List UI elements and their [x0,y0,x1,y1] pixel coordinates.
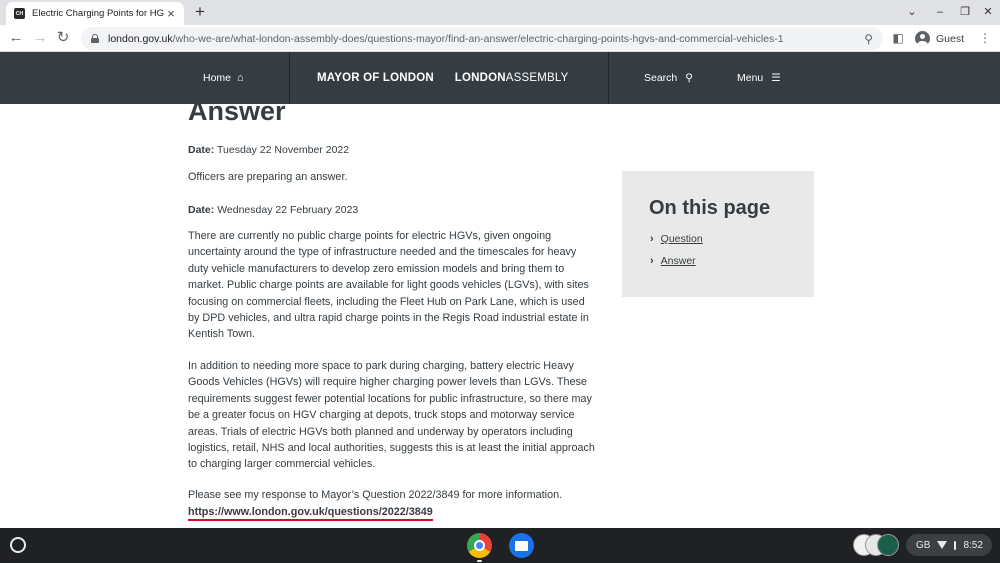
url-host: london.gov.uk [108,32,173,45]
brand-london: LONDON [454,72,506,84]
address-bar[interactable]: london.gov.uk/who-we-are/what-london-ass… [81,27,883,50]
main-content: Answer Date: Tuesday 22 November 2022 Of… [188,104,598,528]
guest-avatar-icon [915,31,930,46]
new-tab-button[interactable]: + [190,2,210,22]
running-indicator [477,560,482,562]
avatar [877,534,899,556]
brand-assembly: ASSEMBLY [505,72,569,84]
home-label: Home [203,72,232,84]
back-arrow-icon[interactable]: ← [6,28,26,48]
keyboard-layout: GB [916,539,931,551]
answer-paragraph-2: In addition to needing more space to par… [188,360,595,471]
battery-icon [954,540,957,550]
close-window-icon[interactable]: ✕ [978,2,998,22]
side-panel-icon[interactable]: ◧ [888,28,908,48]
date-line: Date: Wednesday 22 February 2023 [188,204,358,216]
site-brand[interactable]: MAYOR OF LONDON LONDONASSEMBLY [317,52,569,104]
forward-arrow-icon[interactable]: → [30,28,50,48]
question-link[interactable]: https://www.london.gov.uk/questions/2022… [188,505,433,521]
home-link[interactable]: Home ⌂ [203,52,244,104]
hamburger-menu-icon: ☰ [771,72,781,84]
menu-button[interactable]: Menu ☰ [737,52,781,104]
wifi-icon [937,541,948,549]
chevron-right-icon: › [650,233,654,245]
toc-link-label: Question [660,233,703,245]
date-value: Tuesday 22 November 2022 [217,144,350,156]
answer-paragraph-1: There are currently no public charge poi… [188,230,589,341]
clock-time: 8:52 [963,539,983,551]
tab-search-chevron-down-icon[interactable]: ⌄ [902,2,922,22]
zoom-magnifier-icon[interactable]: ⚲ [864,32,873,46]
toc-link-answer[interactable]: › Answer [650,255,696,267]
launcher-icon[interactable] [10,537,26,553]
browser-tab-strip: CH Electric Charging Points for HGV × + … [0,0,1000,25]
status-tray[interactable]: GB 8:52 [906,534,992,556]
chevron-right-icon: › [650,255,654,267]
header-divider [608,52,609,104]
home-icon: ⌂ [237,72,244,84]
site-favicon-icon: CH [14,8,25,19]
on-this-page-box: On this page › Question › Answer [622,171,814,297]
search-label: Search [644,72,678,84]
brand-mayor: MAYOR OF LONDON [317,72,434,84]
url-path: /who-we-are/what-london-assembly-does/qu… [172,32,784,45]
header-divider [289,52,290,104]
answer-paragraph-3: Please see my response to Mayor’s Questi… [188,489,563,501]
profile-label: Guest [936,32,965,45]
site-header: Home ⌂ MAYOR OF LONDON LONDONASSEMBLY Sea… [0,52,1000,104]
date-line: Date: Tuesday 22 November 2022 [188,144,349,156]
tray-avatars[interactable] [853,534,901,556]
date-label: Date: [188,204,215,216]
search-icon: ⚲ [685,72,693,84]
on-this-page-title: On this page [649,197,771,219]
browser-toolbar: ← → ↻ london.gov.uk/who-we-are/what-lond… [0,25,1000,52]
reload-icon[interactable]: ↻ [53,28,73,48]
menu-label: Menu [737,72,764,84]
search-link[interactable]: Search ⚲ [644,52,693,104]
os-shelf: GB 8:52 [0,528,1000,563]
tab-close-icon[interactable]: × [164,6,178,21]
page-heading: Answer [188,104,286,126]
minimize-icon[interactable]: – [930,2,950,22]
tab-title: Electric Charging Points for HGV [32,8,164,19]
date-label: Date: [188,144,215,156]
profile-button[interactable]: Guest [912,28,970,49]
files-app-icon[interactable] [509,533,534,558]
toc-link-question[interactable]: › Question [650,233,703,245]
status-text: Officers are preparing an answer. [188,171,348,183]
toc-link-label: Answer [660,255,696,267]
browser-tab[interactable]: CH Electric Charging Points for HGV × [6,2,184,25]
restore-icon[interactable]: ❐ [955,2,975,22]
chrome-app-icon[interactable] [467,533,492,558]
more-menu-icon[interactable]: ⋮ [975,28,995,48]
date-value: Wednesday 22 February 2023 [217,204,359,216]
lock-icon[interactable] [91,34,99,43]
